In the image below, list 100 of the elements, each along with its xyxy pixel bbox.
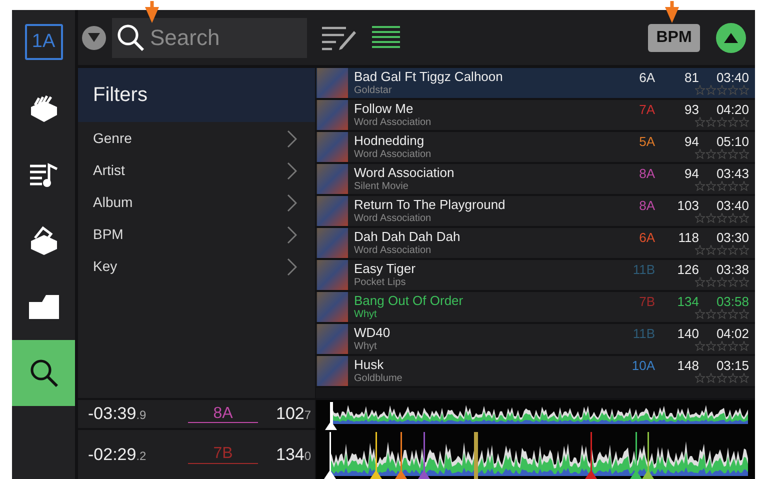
star-icon [695, 245, 705, 256]
track-artist: Word Association [354, 244, 432, 256]
star-icon [717, 277, 727, 288]
chevron-icon [287, 162, 297, 180]
star-icon [695, 117, 705, 128]
track-bpm: 148 [676, 358, 699, 374]
filter-item[interactable]: BPM [78, 218, 315, 250]
star-icon [717, 373, 727, 384]
track-duration: 03:15 [715, 358, 749, 374]
filter-item[interactable]: Artist [78, 154, 315, 186]
track-key: 7A [615, 102, 655, 118]
search-icon [28, 358, 58, 388]
track-row[interactable]: Husk Goldblume 10A 148 03:15 [316, 356, 755, 388]
star-icon [695, 213, 705, 224]
star-icon [728, 85, 738, 96]
star-icon [739, 181, 749, 192]
annotation-arrow [664, 0, 680, 23]
album-art-placeholder [317, 132, 348, 162]
track-key: 8A [615, 198, 655, 214]
track-artist: Silent Movie [354, 180, 410, 192]
folder-icon [28, 294, 60, 320]
album-art-placeholder [317, 164, 348, 194]
star-icon [739, 309, 749, 320]
filter-item[interactable]: Album [78, 186, 315, 218]
star-icon [706, 85, 716, 96]
triangle-up-icon [724, 32, 738, 42]
track-duration: 03:43 [715, 166, 749, 182]
track-row[interactable]: Word Association Silent Movie 8A 94 03:43 [316, 164, 755, 196]
star-icon [695, 373, 705, 384]
star-icon [706, 341, 716, 352]
album-art-placeholder [317, 68, 348, 98]
track-key: 6A [615, 70, 655, 86]
track-row[interactable]: Follow Me Word Association 7A 93 04:20 [316, 100, 755, 132]
playlist-icon [28, 162, 58, 188]
track-duration: 04:20 [715, 102, 749, 118]
track-title: Bang Out Of Order [354, 294, 464, 309]
filter-item[interactable]: Genre [78, 122, 315, 154]
deck-indicator: 1A [24, 24, 62, 60]
annotation-arrow [144, 0, 160, 23]
star-icon [706, 277, 716, 288]
track-row[interactable]: Bang Out Of Order Whyt 7B 134 03:58 [316, 292, 755, 324]
track-row[interactable]: Bad Gal Ft Tiggz Calhoon Goldstar 6A 81 03:40 [316, 68, 755, 100]
deck-bpm: 1027 [276, 403, 312, 426]
sort-button[interactable]: BPM [648, 24, 700, 52]
star-icon [739, 117, 749, 128]
star-icon [706, 149, 716, 160]
search-icon [116, 22, 146, 52]
track-title: Return To The Playground [354, 198, 506, 213]
track-row[interactable]: Hodnedding Word Association 5A 94 05:10 [316, 132, 755, 164]
star-icon [717, 181, 727, 192]
star-icon [695, 277, 705, 288]
track-row[interactable]: Easy Tiger Pocket Lips 11B 126 03:38 [316, 260, 755, 292]
track-artist: Goldblume [354, 372, 404, 384]
star-icon [739, 213, 749, 224]
star-icon [728, 117, 738, 128]
track-key: 8A [615, 166, 655, 182]
track-key: 5A [615, 134, 655, 150]
track-bpm: 94 [684, 166, 699, 182]
dropdown-button[interactable] [82, 26, 106, 50]
edit-list-button[interactable] [321, 24, 357, 50]
track-row[interactable]: Dah Dah Dah Dah Word Association 6A 118 03:30 [316, 228, 755, 260]
star-icon [695, 149, 705, 160]
star-icon [706, 373, 716, 384]
star-icon [717, 117, 727, 128]
up-button[interactable] [716, 22, 746, 52]
search-tab[interactable] [12, 340, 75, 406]
list-button[interactable] [371, 24, 401, 50]
search-field[interactable]: Search [112, 18, 307, 58]
star-icon [706, 117, 716, 128]
track-artist: Whyt [354, 308, 378, 320]
deck-bpm: 1340 [276, 444, 312, 466]
track-bpm: 94 [684, 134, 699, 150]
star-icon [728, 149, 738, 160]
track-duration: 05:10 [715, 134, 749, 150]
search-input[interactable]: Search [146, 20, 296, 55]
elapsed-time: -02:29.2 [87, 444, 148, 466]
star-icon [717, 341, 727, 352]
star-icon [695, 309, 705, 320]
star-icon [728, 181, 738, 192]
track-duration: 03:40 [715, 70, 749, 86]
track-title: Husk [354, 358, 385, 373]
track-duration: 03:30 [715, 230, 749, 246]
track-title: Easy Tiger [354, 262, 416, 277]
track-row[interactable]: Return To The Playground Word Association 8A 103 03:40 [316, 196, 755, 228]
album-art-placeholder [317, 292, 348, 322]
star-icon [739, 373, 749, 384]
track-artist: Word Association [354, 148, 432, 160]
filters-header: Filters [78, 68, 315, 122]
track-artist: Pocket Lips [354, 276, 407, 288]
star-icon [728, 373, 738, 384]
track-artist: Word Association [354, 212, 432, 224]
track-row[interactable]: WD40 Whyt 11B 140 04:02 [316, 324, 755, 356]
track-key: 6A [615, 230, 655, 246]
caret-icon [88, 33, 100, 42]
star-icon [728, 213, 738, 224]
chevron-icon [287, 258, 297, 276]
star-icon [739, 85, 749, 96]
filter-item[interactable]: Key [78, 250, 315, 282]
track-key: 11B [615, 326, 655, 342]
star-icon [695, 181, 705, 192]
